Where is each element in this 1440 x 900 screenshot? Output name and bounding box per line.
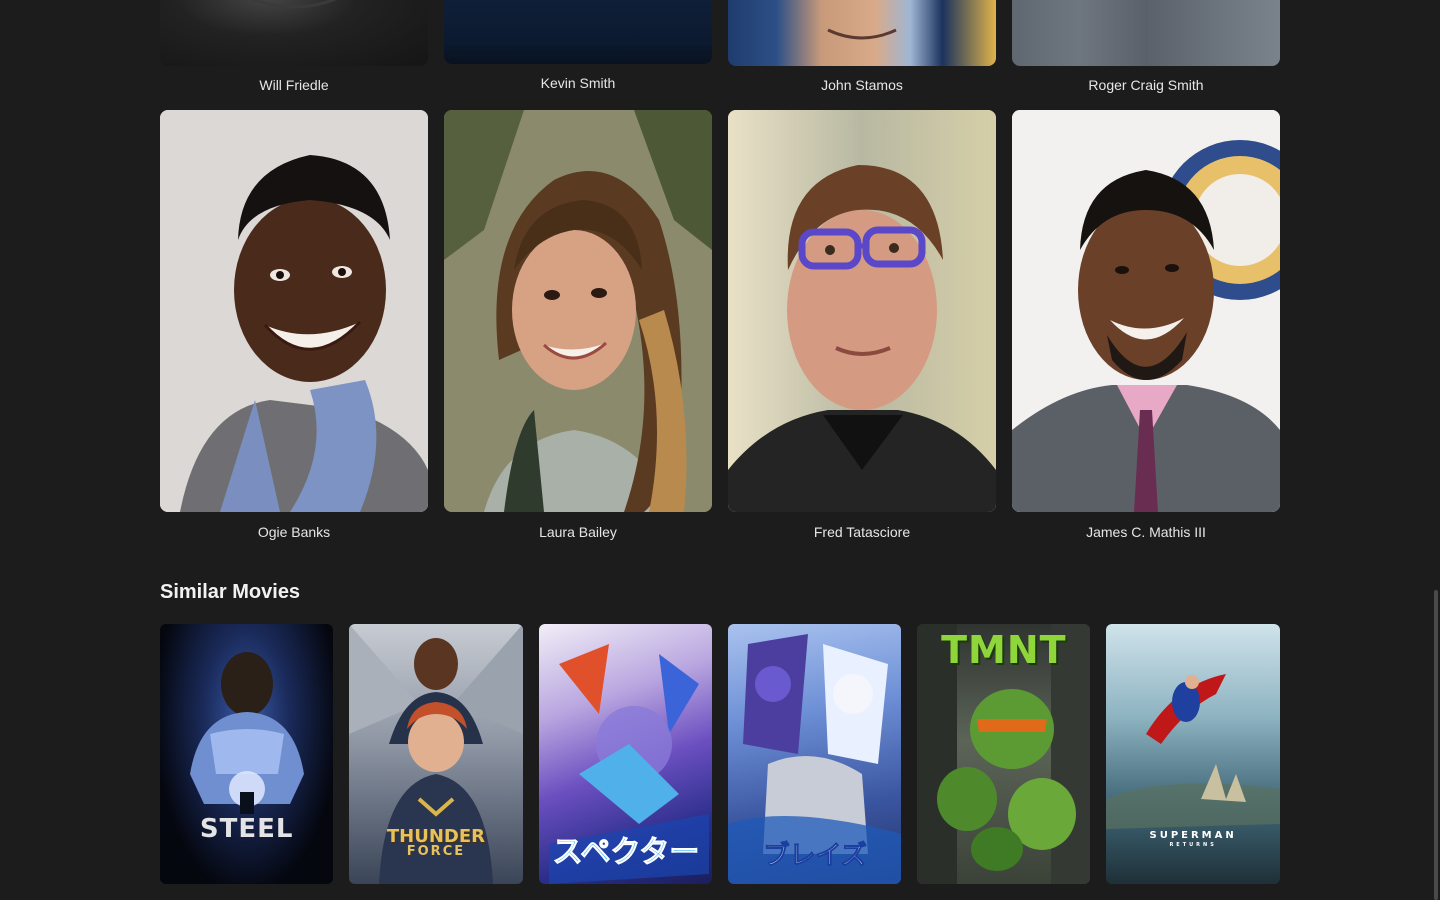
- movie-poster-kamen-rider-2[interactable]: ブレイズ: [727, 624, 902, 884]
- cast-card-ogie-banks[interactable]: Ogie Banks: [160, 110, 428, 541]
- poster-subtitle: RETURNS: [1169, 842, 1217, 848]
- movie-poster-tmnt[interactable]: TMNT: [917, 624, 1091, 884]
- poster-title: SUPERMAN: [1149, 830, 1237, 841]
- cast-name: Kevin Smith: [540, 75, 616, 91]
- svg-text:スペクター: スペクター: [552, 835, 699, 870]
- cast-photo[interactable]: [160, 110, 428, 512]
- cast-name: Laura Bailey: [539, 524, 617, 540]
- cast-row-main: Ogie Banks Laura Bailey Fred Tatasciore …: [160, 110, 1280, 541]
- cast-photo[interactable]: [1012, 0, 1280, 66]
- cast-card-john-stamos[interactable]: John Stamos: [728, 0, 996, 94]
- similar-movies-heading: Similar Movies: [160, 581, 301, 603]
- movie-poster-superman-returns[interactable]: SUPERMAN RETURNS: [1106, 624, 1280, 884]
- cast-card-roger-craig-smith[interactable]: Roger Craig Smith: [1012, 0, 1280, 94]
- cast-name: Roger Craig Smith: [1088, 77, 1204, 93]
- poster-art: [190, 652, 304, 814]
- movie-poster-kamen-rider-1[interactable]: スペクター: [538, 624, 712, 884]
- cast-photo[interactable]: [444, 110, 712, 512]
- movie-poster-thunder-force[interactable]: THUNDER FORCE: [349, 624, 523, 884]
- cast-name: Ogie Banks: [257, 524, 331, 540]
- poster-title: STEEL: [199, 814, 294, 844]
- movie-poster-steel[interactable]: STEEL: [160, 624, 334, 884]
- cast-name: James C. Mathis III: [1086, 524, 1206, 540]
- cast-name: John Stamos: [821, 77, 903, 93]
- cast-card-james-c-mathis-iii[interactable]: James C. Mathis III: [1012, 110, 1280, 541]
- poster-art: ブレイズ: [727, 634, 902, 884]
- cast-card-fred-tatasciore[interactable]: Fred Tatasciore: [728, 110, 996, 541]
- cast-name: Fred Tatasciore: [813, 524, 911, 540]
- cast-photo[interactable]: [444, 0, 712, 64]
- page-scrollbar[interactable]: [1434, 590, 1438, 900]
- poster-art: スペクター: [548, 644, 709, 884]
- cast-row-top: Will Friedle Kevin Smith John Stamos Rog…: [160, 0, 1280, 94]
- cast-card-kevin-smith[interactable]: Kevin Smith: [444, 0, 712, 94]
- poster-title: TMNT: [941, 628, 1067, 672]
- similar-movies-row: STEEL THUNDER FORCE スペクター ブレイズ TMNT SUPE…: [160, 624, 1280, 884]
- cast-card-laura-bailey[interactable]: Laura Bailey: [444, 110, 712, 541]
- page: Will Friedle Kevin Smith John Stamos Rog…: [0, 0, 1440, 900]
- cast-photo[interactable]: [728, 0, 996, 66]
- cast-name: Will Friedle: [259, 77, 329, 93]
- poster-subtitle: FORCE: [406, 844, 466, 859]
- cast-photo[interactable]: [1012, 110, 1280, 512]
- cast-card-will-friedle[interactable]: Will Friedle: [160, 0, 428, 94]
- cast-photo[interactable]: [728, 110, 996, 512]
- cast-photo[interactable]: [160, 0, 428, 66]
- svg-text:ブレイズ: ブレイズ: [763, 840, 866, 871]
